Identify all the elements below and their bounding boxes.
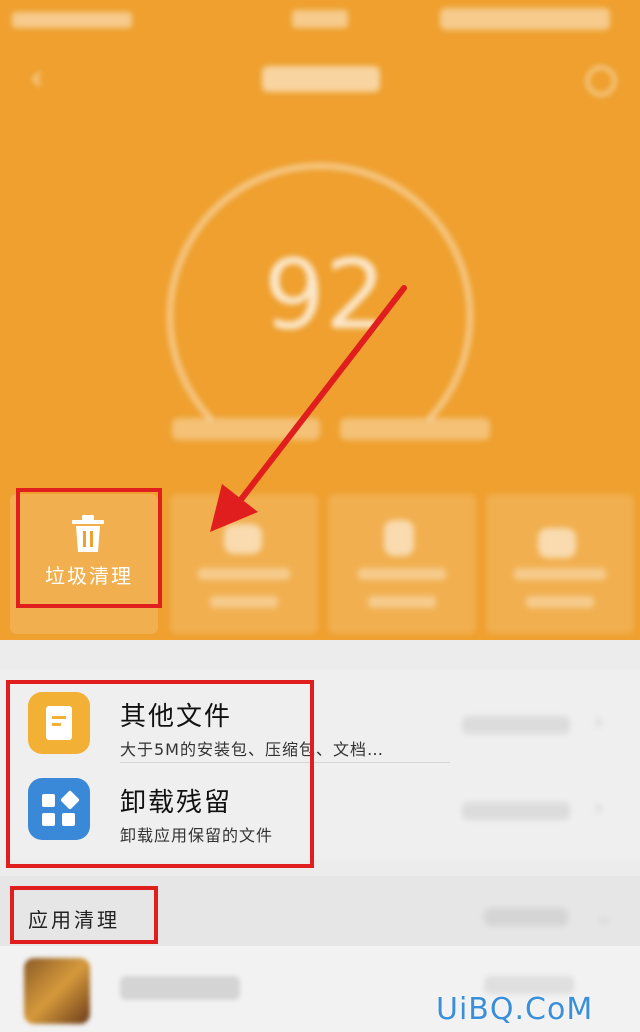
highlight-box-junk [16, 488, 162, 608]
chevron-down-icon: ⌄ [596, 904, 613, 928]
func-card-2[interactable] [170, 494, 318, 634]
func-card-4[interactable] [486, 494, 634, 634]
app-thumbnail [24, 958, 90, 1024]
chevron-right-icon: › [594, 710, 603, 735]
highlight-box-list [6, 680, 314, 868]
status-icons [440, 8, 610, 30]
back-icon[interactable]: ‹ [30, 60, 56, 96]
highlight-box-section [10, 886, 158, 944]
status-time [292, 10, 348, 28]
watermark: UiBQ.CoM [436, 992, 594, 1027]
score-value: 92 [263, 239, 387, 351]
app-name [120, 976, 240, 1000]
score-caption-right [340, 418, 490, 440]
item-size [462, 802, 570, 820]
section-summary [484, 908, 568, 926]
status-bar [0, 0, 640, 44]
score-caption-left [172, 418, 320, 440]
chevron-right-icon: › [594, 796, 603, 821]
settings-icon[interactable] [586, 66, 616, 96]
func-card-3[interactable] [328, 494, 476, 634]
page-title [262, 66, 380, 92]
status-carrier [12, 12, 132, 28]
item-size [462, 716, 570, 734]
